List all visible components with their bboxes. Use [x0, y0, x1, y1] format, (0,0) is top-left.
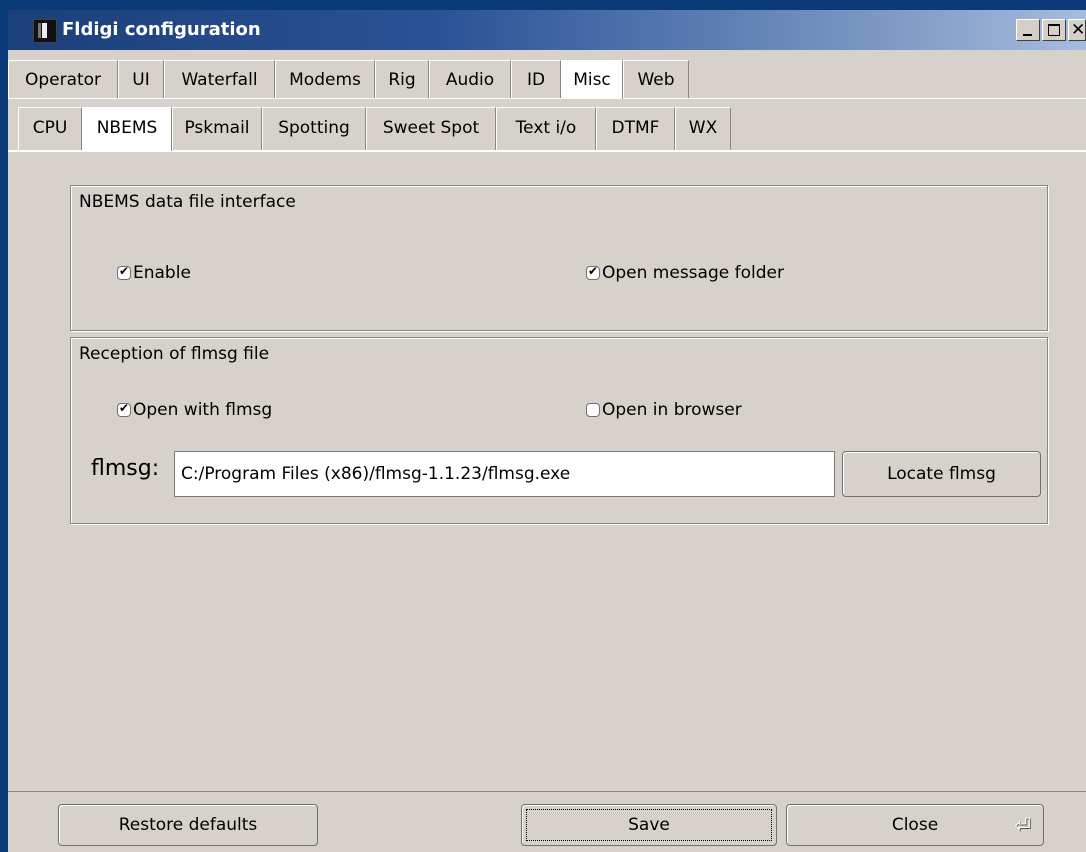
- open-in-browser-label: Open in browser: [602, 400, 742, 420]
- checkbox-checked-icon: [117, 264, 131, 280]
- fldigi-app-icon: [33, 19, 57, 43]
- tab-misc[interactable]: Misc: [561, 60, 623, 100]
- sub-tab-bar: CPU NBEMS Pskmail Spotting Sweet Spot Te…: [8, 107, 1086, 152]
- window-controls: ✕: [1016, 19, 1086, 43]
- subtab-nbems[interactable]: NBEMS: [82, 107, 172, 152]
- button-bar: Restore defaults Save Close ⏎: [8, 791, 1086, 852]
- close-button[interactable]: Close ⏎: [786, 804, 1044, 846]
- checkbox-checked-icon: [586, 264, 600, 280]
- subtab-cpu[interactable]: CPU: [18, 107, 82, 150]
- subtab-wx[interactable]: WX: [675, 107, 731, 150]
- subtab-sweet-spot[interactable]: Sweet Spot: [366, 107, 496, 150]
- nbems-data-file-group: NBEMS data file interface Enable Open me…: [70, 185, 1048, 331]
- tab-ui[interactable]: UI: [118, 60, 164, 98]
- tab-operator[interactable]: Operator: [8, 60, 118, 98]
- close-label: Close: [891, 815, 939, 835]
- enable-label: Enable: [133, 263, 191, 283]
- title-bar[interactable]: Fldigi configuration ✕: [8, 10, 1086, 50]
- reception-flmsg-group: Reception of flmsg file Open with flmsg …: [70, 337, 1048, 524]
- nbems-panel: NBEMS data file interface Enable Open me…: [8, 151, 1086, 792]
- enable-checkbox[interactable]: Enable: [117, 263, 191, 283]
- subtab-pskmail[interactable]: Pskmail: [172, 107, 262, 150]
- open-message-folder-label: Open message folder: [602, 263, 784, 283]
- open-with-flmsg-label: Open with flmsg: [133, 400, 273, 420]
- main-tab-bar: Operator UI Waterfall Modems Rig Audio I…: [8, 60, 1086, 100]
- minimize-icon[interactable]: [1016, 19, 1040, 41]
- config-window: Fldigi configuration ✕ Operator UI Water…: [8, 10, 1086, 852]
- enter-key-icon: ⏎: [1014, 813, 1031, 837]
- tab-id[interactable]: ID: [511, 60, 561, 98]
- reception-group-label: Reception of flmsg file: [79, 344, 270, 364]
- restore-defaults-button[interactable]: Restore defaults: [58, 804, 318, 846]
- open-in-browser-checkbox[interactable]: Open in browser: [586, 400, 742, 420]
- checkbox-unchecked-icon: [586, 403, 600, 417]
- open-message-folder-checkbox[interactable]: Open message folder: [586, 263, 784, 283]
- flmsg-path-input[interactable]: [174, 451, 835, 497]
- open-with-flmsg-checkbox[interactable]: Open with flmsg: [117, 400, 272, 420]
- tab-web[interactable]: Web: [623, 60, 689, 98]
- focus-ring: [526, 809, 772, 841]
- checkbox-checked-icon: [117, 401, 131, 417]
- subtab-text-io[interactable]: Text i/o: [496, 107, 596, 150]
- locate-flmsg-button[interactable]: Locate flmsg: [842, 451, 1041, 497]
- close-window-icon[interactable]: ✕: [1068, 19, 1086, 41]
- subtab-spotting[interactable]: Spotting: [262, 107, 366, 150]
- save-button[interactable]: Save: [521, 804, 777, 846]
- tab-modems[interactable]: Modems: [275, 60, 375, 98]
- tab-audio[interactable]: Audio: [429, 60, 511, 98]
- tab-rig[interactable]: Rig: [375, 60, 429, 98]
- nbems-group-label: NBEMS data file interface: [79, 192, 296, 212]
- maximize-icon[interactable]: [1042, 19, 1066, 41]
- tab-waterfall[interactable]: Waterfall: [164, 60, 275, 98]
- subtab-dtmf[interactable]: DTMF: [596, 107, 675, 150]
- window-title: Fldigi configuration: [62, 19, 261, 40]
- flmsg-path-label: flmsg:: [91, 456, 160, 481]
